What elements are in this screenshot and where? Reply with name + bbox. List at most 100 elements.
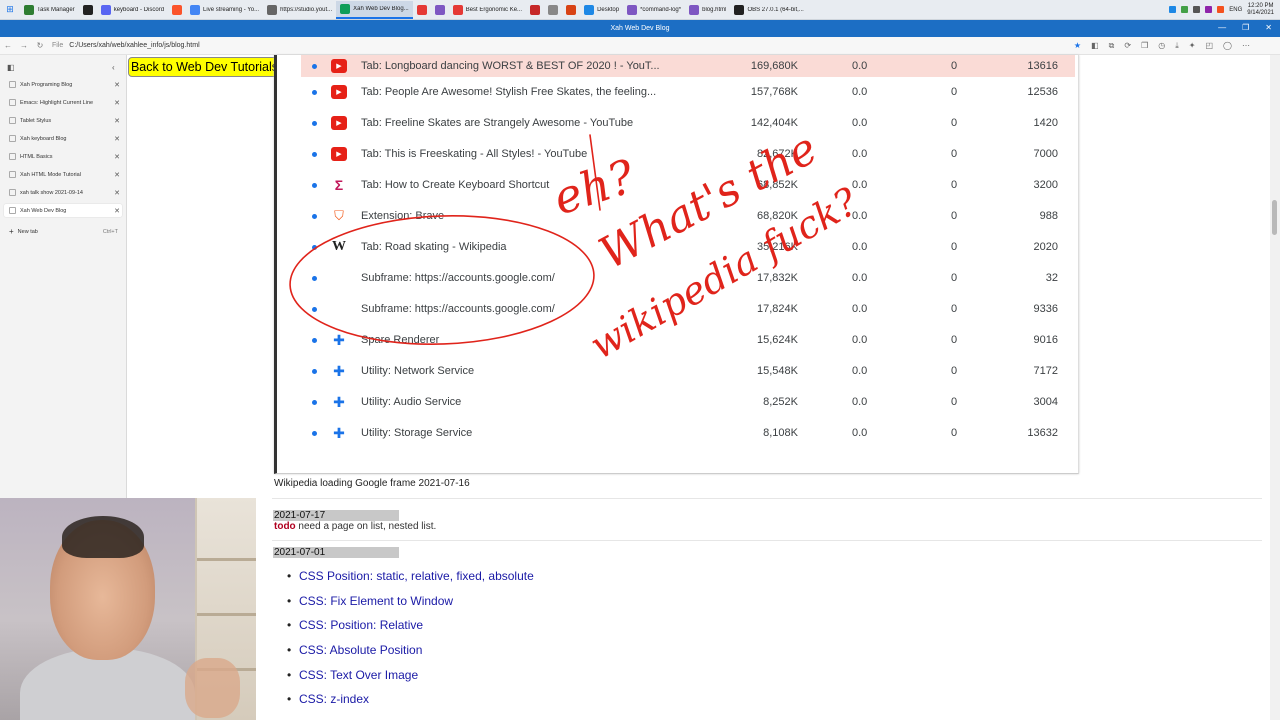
tray-app-icon[interactable] xyxy=(1205,6,1213,13)
tutorial-link[interactable]: CSS: Text Over Image xyxy=(299,668,418,682)
taskbar-app-button[interactable]: keyboard - Discord xyxy=(97,1,168,19)
page-favicon-icon xyxy=(9,189,16,196)
puzzle-icon: ✚ xyxy=(333,331,345,348)
minimize-icon[interactable]: — xyxy=(1218,23,1226,32)
webcam-person-hair xyxy=(62,516,144,558)
collections-icon[interactable]: ⧉ xyxy=(1109,41,1115,51)
taskbar-clock[interactable]: 12:20 PM 9/14/2021 xyxy=(1247,3,1274,17)
taskbar-app-icon xyxy=(530,4,541,15)
menu-dots-icon[interactable]: ⋯ xyxy=(1242,41,1250,51)
page-favicon-icon xyxy=(9,81,16,88)
task-network: 0 xyxy=(951,148,958,160)
taskbar-app-button[interactable]: blog.html xyxy=(685,1,730,19)
refresh-icon[interactable]: ↻ xyxy=(32,41,48,50)
download-icon[interactable]: ⤓ xyxy=(1175,41,1179,51)
task-memory: 82,672K xyxy=(757,148,798,160)
tutorial-link[interactable]: CSS: Position: Relative xyxy=(299,618,423,632)
sidebar-tab[interactable]: HTML Basics ✕ xyxy=(4,150,122,163)
window-title: Xah Web Dev Blog xyxy=(610,25,670,32)
browser-toolbar: ★ ◧ ⧉ ⟳ ❒ ◷ ⤓ ✦ ◰ ◯ ⋯ xyxy=(1074,41,1280,51)
new-tab-button[interactable]: + New tab Ctrl+T xyxy=(4,225,122,238)
tutorial-link[interactable]: CSS: Absolute Position xyxy=(299,643,422,657)
taskbar-app-label: Best Ergonomic Ke... xyxy=(465,6,523,13)
taskbar-app-button[interactable]: Xah Web Dev Blog... xyxy=(336,0,413,19)
date-badge: 2021-07-17 xyxy=(273,510,399,521)
sidebar-tab[interactable]: Xah HTML Mode Tutorial ✕ xyxy=(4,168,122,181)
taskbar-app-button[interactable] xyxy=(562,1,580,19)
tray-app-icon[interactable] xyxy=(1217,6,1225,13)
sidebar-tab[interactable]: Tablet Stylus ✕ xyxy=(4,114,122,127)
sidebar-tab[interactable]: Xah Web Dev Blog ✕ xyxy=(4,204,122,217)
tray-app-icon[interactable] xyxy=(1193,6,1201,13)
taskbar-app-button[interactable] xyxy=(168,1,186,19)
history-icon[interactable]: ◷ xyxy=(1158,41,1165,51)
taskbar-app-button[interactable] xyxy=(79,1,97,19)
taskbar-app-button[interactable]: https://studio.yout... xyxy=(263,1,336,19)
back-to-tutorials-button[interactable]: Back to Web Dev Tutorials xyxy=(128,57,281,77)
tutorial-link[interactable]: CSS: Fix Element to Window xyxy=(299,594,453,608)
taskbar-app-label: https://studio.yout... xyxy=(280,6,333,13)
page-scrollbar[interactable] xyxy=(1270,55,1280,720)
back-arrow-icon[interactable]: ← xyxy=(0,41,16,50)
close-tab-icon[interactable]: ✕ xyxy=(112,99,122,107)
webcam-person-hand xyxy=(185,658,240,718)
windows-start-icon[interactable]: ⊞ xyxy=(0,0,20,20)
taskbar-app-icon xyxy=(190,4,201,15)
close-tab-icon[interactable]: ✕ xyxy=(112,189,122,197)
task-network: 0 xyxy=(951,427,958,439)
tray-app-icon[interactable] xyxy=(1181,6,1189,13)
scrollbar-thumb[interactable] xyxy=(1272,200,1277,235)
webcam-overlay xyxy=(0,498,256,720)
sidebar-tab[interactable]: Xah keyboard Blog ✕ xyxy=(4,132,122,145)
taskbar-app-button[interactable]: *command-log* xyxy=(623,1,685,19)
tutorial-link[interactable]: CSS Position: static, relative, fixed, a… xyxy=(299,569,534,583)
extensions-puzzle-icon[interactable]: ✦ xyxy=(1189,41,1196,51)
taskbar-app-button[interactable] xyxy=(413,1,431,19)
sync-icon[interactable]: ⟳ xyxy=(1124,41,1131,51)
tray-language[interactable]: ENG xyxy=(1229,7,1242,13)
profile-icon[interactable]: ◯ xyxy=(1223,41,1232,51)
taskbar-app-label: Desktop xyxy=(597,6,620,13)
close-tab-icon[interactable]: ✕ xyxy=(112,153,122,161)
date-badge: 2021-07-01 xyxy=(273,547,399,558)
system-tray: ENG 12:20 PM 9/14/2021 xyxy=(1163,3,1280,17)
task-cpu: 0.0 xyxy=(852,272,868,284)
close-tab-icon[interactable]: ✕ xyxy=(112,135,122,143)
sidebar-tab[interactable]: xah talk show 2021-09-14 ✕ xyxy=(4,186,122,199)
taskbar-app-button[interactable]: Best Ergonomic Ke... xyxy=(449,1,526,19)
taskbar-app-button[interactable] xyxy=(544,1,562,19)
tab-actions-icon[interactable]: ❒ xyxy=(1141,41,1148,51)
taskbar-app-button[interactable]: Desktop xyxy=(580,1,623,19)
tray-app-icon[interactable] xyxy=(1169,6,1177,13)
favorite-star-icon[interactable]: ★ xyxy=(1074,41,1081,51)
close-tab-icon[interactable]: ✕ xyxy=(112,117,122,125)
forward-arrow-icon[interactable]: → xyxy=(16,41,32,50)
taskbar-app-icon xyxy=(452,4,463,15)
task-network: 0 xyxy=(951,272,958,284)
taskbar-app-icon xyxy=(627,4,638,15)
task-row: ✚ Spare Renderer 15,624K 0.0 0 9016 xyxy=(301,326,1075,356)
taskbar-app-button[interactable]: Live streaming - Yo... xyxy=(186,1,263,19)
maximize-icon[interactable]: ❐ xyxy=(1242,23,1249,32)
taskbar-app-button[interactable]: Task Manager xyxy=(20,1,79,19)
sidebar-tab-title: HTML Basics xyxy=(20,153,53,160)
close-icon[interactable]: ✕ xyxy=(1265,23,1272,32)
sidebar-tab[interactable]: Xah Programing Blog ✕ xyxy=(4,78,122,91)
extension-icon[interactable]: ◧ xyxy=(1091,41,1099,51)
close-tab-icon[interactable]: ✕ xyxy=(112,207,122,215)
taskbar-app-label: Live streaming - Yo... xyxy=(203,6,260,13)
taskbar-app-button[interactable]: OBS 27.0.1 (64-bit,... xyxy=(730,1,807,19)
sidebar-tab[interactable]: Emacs: Highlight Current Line ✕ xyxy=(4,96,122,109)
url-field[interactable]: C:/Users/xah/web/xahlee_info/js/blog.htm… xyxy=(69,42,199,49)
task-name: Utility: Audio Service xyxy=(361,396,462,408)
collapse-pane-icon[interactable]: ‹ xyxy=(112,63,115,72)
screenshot-icon[interactable]: ◰ xyxy=(1205,41,1213,51)
section-divider xyxy=(272,498,1262,499)
taskbar-app-button[interactable] xyxy=(526,1,544,19)
tab-actions-menu-icon[interactable]: ◧ xyxy=(7,63,15,72)
close-tab-icon[interactable]: ✕ xyxy=(112,81,122,89)
task-memory: 169,680K xyxy=(750,60,798,72)
taskbar-app-button[interactable] xyxy=(431,1,449,19)
tutorial-link[interactable]: CSS: z-index xyxy=(299,692,369,706)
close-tab-icon[interactable]: ✕ xyxy=(112,171,122,179)
